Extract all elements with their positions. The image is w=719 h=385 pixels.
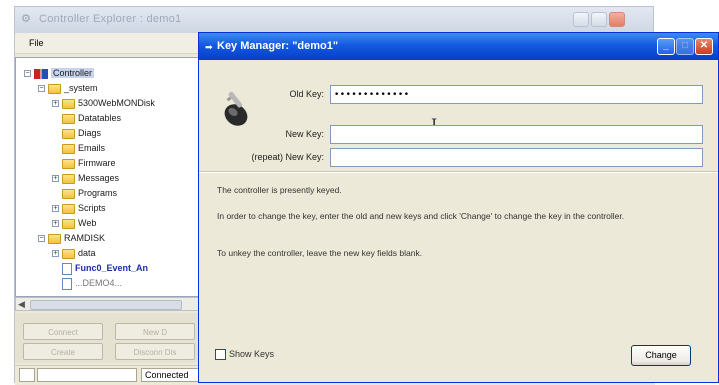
old-key-label: Old Key: <box>289 89 324 99</box>
collapse-icon[interactable]: − <box>38 235 45 243</box>
divider <box>199 171 718 173</box>
close-button[interactable] <box>609 12 625 27</box>
app-icon: ⚙ <box>21 13 31 25</box>
dialog-minimize-button[interactable]: _ <box>657 38 675 55</box>
show-keys-label[interactable]: Show Keys <box>229 349 274 359</box>
expand-icon[interactable]: + <box>52 220 59 228</box>
status-icon <box>19 368 35 382</box>
info-line-keyed: The controller is presently keyed. <box>217 185 342 195</box>
connect-button[interactable]: Connect <box>23 323 103 340</box>
maximize-button[interactable] <box>591 12 607 27</box>
folder-icon <box>62 203 75 214</box>
collapse-icon[interactable]: − <box>24 70 31 78</box>
tree-node-func0-event[interactable]: Func0_Event_An <box>62 261 148 276</box>
tree-node-demo4[interactable]: ...DEMO4... <box>62 276 122 291</box>
scroll-left-icon[interactable]: ◀ <box>18 299 25 310</box>
info-line-change-instructions: In order to change the key, enter the ol… <box>217 211 625 221</box>
tree-node-diags[interactable]: Diags <box>62 126 101 141</box>
expand-icon[interactable]: + <box>52 250 59 258</box>
tree-node-firmware[interactable]: Firmware <box>62 156 116 171</box>
minimize-button[interactable] <box>573 12 589 27</box>
folder-icon <box>48 83 61 94</box>
expand-icon[interactable]: + <box>52 205 59 213</box>
dialog-maximize-button: □ <box>676 38 694 55</box>
folder-icon <box>62 128 75 139</box>
folder-icon <box>62 218 75 229</box>
tree-node-messages[interactable]: + Messages <box>52 171 119 186</box>
new-key-input[interactable] <box>331 126 702 143</box>
old-key-field[interactable] <box>330 85 703 104</box>
tree-node-web[interactable]: + Web <box>52 216 96 231</box>
system-menu-icon[interactable]: ➡ <box>205 42 213 53</box>
controller-icon <box>34 68 48 79</box>
info-line-unkey-instructions: To unkey the controller, leave the new k… <box>217 248 423 258</box>
folder-icon <box>62 248 75 259</box>
show-keys-checkbox[interactable] <box>215 349 226 360</box>
old-key-input[interactable] <box>331 86 702 103</box>
new-key-label: New Key: <box>285 129 324 139</box>
dialog-titlebar[interactable]: ➡ Key Manager: "demo1" _ □ ✕ <box>199 33 718 60</box>
repeat-new-key-label: (repeat) New Key: <box>251 152 324 162</box>
status-cell-empty <box>37 368 137 382</box>
repeat-new-key-field[interactable] <box>330 148 703 167</box>
folder-icon <box>62 113 75 124</box>
tree-node-system[interactable]: − _system <box>38 81 98 96</box>
expand-icon[interactable]: + <box>52 175 59 183</box>
folder-icon <box>62 188 75 199</box>
folder-icon <box>62 98 75 109</box>
folder-icon <box>62 173 75 184</box>
tree-node-5300webmondisk[interactable]: +5300WebMONDisk <box>52 96 155 111</box>
folder-icon <box>62 143 75 154</box>
key-manager-dialog: ➡ Key Manager: "demo1" _ □ ✕ Old Key: I … <box>198 32 719 383</box>
tree-node-ramdisk[interactable]: − RAMDISK <box>38 231 105 246</box>
disconnect-button[interactable]: Disconn Dis <box>115 343 195 360</box>
scrollbar-thumb[interactable] <box>30 300 182 310</box>
background-titlebar[interactable]: ⚙ Controller Explorer : demo1 <box>15 7 653 33</box>
file-icon <box>62 262 72 275</box>
tree-node-scripts[interactable]: + Scripts <box>52 201 106 216</box>
dialog-close-button[interactable]: ✕ <box>695 38 713 55</box>
tree-horizontal-scrollbar[interactable]: ◀ <box>15 297 201 311</box>
menu-file[interactable]: File <box>29 38 44 48</box>
info-panel: The controller is presently keyed. In or… <box>199 174 718 354</box>
background-window-title: Controller Explorer : demo1 <box>39 13 182 25</box>
tree-node-emails[interactable]: Emails <box>62 141 105 156</box>
tree-node-data[interactable]: + data <box>52 246 96 261</box>
folder-icon <box>62 158 75 169</box>
new-key-field[interactable] <box>330 125 703 144</box>
create-button[interactable]: Create <box>23 343 103 360</box>
collapse-icon[interactable]: − <box>38 85 45 93</box>
repeat-new-key-input[interactable] <box>331 149 702 166</box>
background-toolbar-panel: Connect New D Create Disconn Dis <box>15 313 201 363</box>
folder-icon <box>48 233 61 244</box>
file-icon <box>62 277 72 290</box>
dialog-title: Key Manager: "demo1" <box>217 40 339 52</box>
tree-node-programs[interactable]: Programs <box>62 186 117 201</box>
expand-icon[interactable]: + <box>52 100 59 108</box>
connection-status: Connected <box>141 368 201 382</box>
controller-tree[interactable]: − Controller − _system +5300WebMONDisk Dat… <box>15 57 201 297</box>
tree-node-controller[interactable]: − Controller <box>24 66 95 81</box>
tree-node-datatables[interactable]: Datatables <box>62 111 121 126</box>
new-button[interactable]: New D <box>115 323 195 340</box>
change-button[interactable]: Change <box>631 345 691 366</box>
